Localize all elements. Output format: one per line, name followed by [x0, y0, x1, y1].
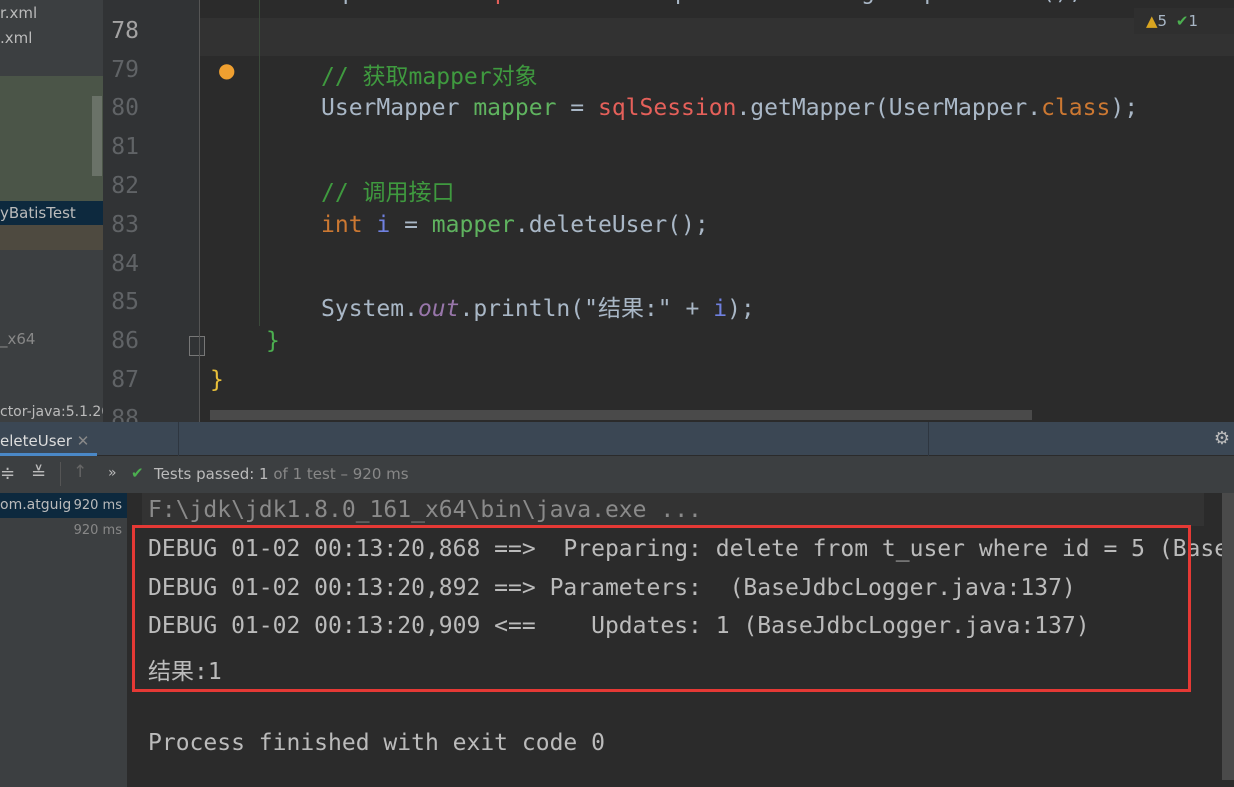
code-token: UserMapper: [321, 95, 474, 122]
code-token: // 获取mapper对象: [321, 63, 538, 90]
code-token: SqlSession: [321, 0, 473, 5]
horizontal-scrollbar[interactable]: [210, 410, 1032, 420]
lightbulb-icon[interactable]: ●: [218, 58, 235, 82]
run-panel: eleteUser ✕ ⚙ ≑ ≚ ↑ » ✔ Tests passed: 1 …: [0, 422, 1234, 787]
code-line: System.out.println("结果:" + i);: [321, 289, 755, 323]
line-number: 86: [111, 328, 139, 355]
run-toolbar: ≑ ≚ ↑ » ✔ Tests passed: 1 of 1 test – 92…: [0, 456, 1234, 493]
warning-count: 5: [1157, 12, 1168, 30]
test-status: Tests passed: 1 of 1 test – 920 ms: [154, 465, 409, 483]
code-line: int i = mapper.deleteUser();: [321, 212, 709, 238]
run-tab-bar: eleteUser ✕ ⚙: [0, 422, 1234, 456]
check-icon: ✔: [131, 464, 144, 482]
code-token: .getMapper(UserMapper.: [736, 95, 1042, 122]
test-tree-item[interactable]: 920 ms: [0, 518, 127, 543]
test-tree-item[interactable]: om.atguig 920 ms: [0, 493, 127, 518]
gear-icon[interactable]: ⚙: [1214, 428, 1230, 449]
project-panel: r.xml .xml yBatisTest _x64 ctor-java:5.1…: [0, 0, 103, 422]
scrollbar[interactable]: [92, 96, 102, 176]
code-token: mapper: [473, 95, 557, 122]
code-token: sqlSession: [597, 95, 737, 122]
preview-area: [0, 76, 103, 201]
code-token: .println("结果:" +: [459, 296, 714, 323]
code-token: );: [1110, 95, 1139, 122]
line-number: 82: [111, 173, 139, 199]
line-number: 80: [111, 95, 139, 122]
code-token: }: [266, 328, 280, 355]
code-token: }: [210, 367, 224, 393]
tab-label: eleteUser: [0, 432, 72, 450]
line-number: 79: [111, 56, 139, 83]
test-tree: om.atguig 920 ms 920 ms: [0, 493, 127, 787]
console-output[interactable]: F:\jdk\jdk1.8.0_161_x64\bin\java.exe ...…: [127, 493, 1234, 787]
code-token: System.: [321, 296, 418, 323]
project-tree-item[interactable]: [0, 225, 103, 250]
line-number: 81: [111, 134, 139, 161]
code-token: .deleteUser();: [514, 211, 709, 238]
ok-count: 1: [1188, 12, 1198, 30]
code-token: =: [390, 211, 432, 238]
inspection-widget[interactable]: ▲5 ✔1: [1134, 8, 1234, 34]
library-item[interactable]: ctor-java:5.1.20: [0, 404, 103, 420]
fold-icon[interactable]: [189, 336, 205, 356]
code-line: }: [266, 328, 280, 354]
code-token: i: [713, 296, 728, 323]
code-token: out: [417, 296, 460, 323]
console-line: F:\jdk\jdk1.8.0_161_x64\bin\java.exe ...: [148, 497, 702, 523]
project-file-item[interactable]: r.xml: [0, 4, 37, 22]
check-icon: ✔: [1175, 12, 1189, 30]
code-token: =: [556, 95, 598, 122]
code-line: SqlSession sqlSession = SqlSessionUtil.g…: [321, 0, 1083, 5]
code-token: // 调用接口: [321, 180, 455, 206]
code-token: i: [376, 211, 391, 238]
current-line-highlight: [200, 18, 1234, 56]
line-number: 87: [111, 367, 139, 393]
expand-all-icon[interactable]: ≑: [0, 463, 15, 484]
highlight-box: [132, 525, 1191, 692]
sdk-item[interactable]: _x64: [0, 330, 35, 348]
console-line: Process finished with exit code 0: [148, 729, 605, 756]
tab-deleteuser[interactable]: eleteUser ✕: [0, 422, 97, 456]
line-number: 78: [111, 17, 139, 44]
project-file-item[interactable]: .xml: [0, 29, 32, 47]
gutter-divider: [199, 0, 200, 422]
indent-guide: [259, 0, 260, 326]
line-number: 77: [103, 0, 139, 5]
project-tree-item-selected[interactable]: yBatisTest: [0, 201, 103, 225]
code-token: );: [727, 296, 755, 323]
line-number: 83: [111, 211, 139, 238]
close-icon[interactable]: ✕: [77, 432, 90, 450]
code-token: int: [321, 211, 377, 238]
warning-icon: ▲: [1146, 12, 1158, 30]
line-number: 84: [111, 250, 139, 277]
code-line: // 获取mapper对象: [321, 57, 538, 91]
code-token: class: [1041, 95, 1111, 122]
more-icon[interactable]: »: [108, 465, 117, 481]
code-line: UserMapper mapper = sqlSession.getMapper…: [321, 95, 1138, 121]
code-token: mapper: [431, 211, 515, 238]
code-line: // 调用接口: [321, 173, 455, 207]
vertical-scrollbar[interactable]: [1222, 493, 1234, 780]
code-token: = SqlSessionUtil.getSqlSession();: [612, 0, 1083, 5]
code-token: sqlSession: [473, 0, 611, 5]
arrow-up-icon[interactable]: ↑: [73, 462, 87, 482]
line-number: 85: [111, 289, 139, 316]
collapse-all-icon[interactable]: ≚: [31, 463, 46, 484]
code-line: }: [210, 367, 224, 393]
